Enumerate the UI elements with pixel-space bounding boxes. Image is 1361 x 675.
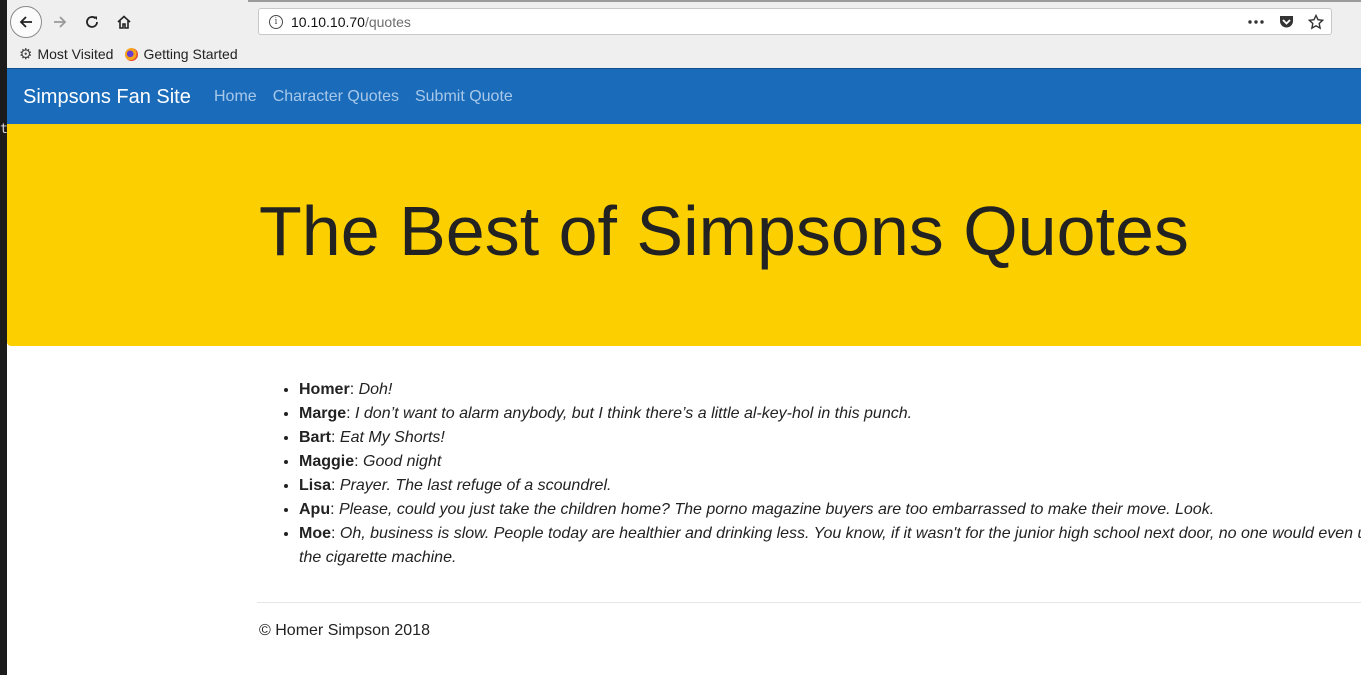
home-icon [116,14,132,30]
quote-character: Bart [299,429,332,446]
firefox-icon [125,47,139,61]
site-navbar: Simpsons Fan Site Home Character Quotes … [7,68,1361,124]
browser-chrome: i 10.10.10.70/quotes ⚙ Most Visited Gett… [7,0,1361,68]
bookmark-label: Most Visited [37,46,114,62]
forward-button[interactable] [44,6,76,38]
quote-text: Please, could you just take the children… [339,501,1215,518]
info-icon[interactable]: i [269,15,283,29]
pocket-icon[interactable] [1277,13,1295,31]
back-button[interactable] [10,6,42,38]
list-item: Apu: Please, could you just take the chi… [299,498,1361,522]
list-item: Marge: I don’t want to alarm anybody, bu… [299,402,1361,426]
url-text: 10.10.10.70/quotes [291,14,411,30]
page-actions-icon[interactable] [1247,13,1265,31]
url-path: /quotes [364,14,411,30]
quote-character: Moe [299,525,331,542]
list-item: Homer: Doh! [299,378,1361,402]
bookmarks-toolbar: ⚙ Most Visited Getting Started [19,44,238,64]
forward-arrow-icon [52,14,68,30]
quote-character: Maggie [299,453,355,470]
site-brand[interactable]: Simpsons Fan Site [23,86,191,109]
bookmark-most-visited[interactable]: ⚙ Most Visited [19,45,113,63]
footer-divider [257,602,1361,603]
reload-button[interactable] [76,6,108,38]
quote-character: Apu [299,501,331,518]
desktop-edge [0,0,7,675]
page-title: The Best of Simpsons Quotes [259,192,1189,270]
quote-text: Good night [363,453,442,470]
bookmark-label: Getting Started [143,46,238,62]
nav-submit-quote[interactable]: Submit Quote [415,88,513,106]
nav-character-quotes[interactable]: Character Quotes [273,88,399,106]
list-item: Lisa: Prayer. The last refuge of a scoun… [299,474,1361,498]
reload-icon [84,14,100,30]
quote-character: Lisa [299,477,332,494]
quote-character: Marge [299,405,347,422]
home-button[interactable] [108,6,140,38]
list-item: Moe: Oh, business is slow. People today … [299,522,1361,570]
url-actions [1247,12,1325,32]
list-item: Bart: Eat My Shorts! [299,426,1361,450]
quote-text: Prayer. The last refuge of a scoundrel. [339,477,612,494]
back-arrow-icon [18,14,34,30]
address-bar[interactable]: i 10.10.10.70/quotes [258,8,1332,35]
bookmark-getting-started[interactable]: Getting Started [125,46,238,62]
footer-copyright: © Homer Simpson 2018 [259,622,430,639]
nav-home[interactable]: Home [214,88,257,106]
quote-text: Oh, business is slow. People today are h… [299,525,1361,566]
quote-text: Doh! [358,381,393,398]
bookmark-star-icon[interactable] [1307,13,1325,31]
hero-jumbotron: The Best of Simpsons Quotes [7,124,1361,346]
quote-text: Eat My Shorts! [339,429,445,446]
url-host: 10.10.10.70 [291,14,365,30]
list-item: Maggie: Good night [299,450,1361,474]
window-top-edge [248,0,1361,2]
gear-icon: ⚙ [19,46,33,63]
quote-text: I don’t want to alarm anybody, but I thi… [355,405,913,422]
quote-character: Homer [299,381,350,398]
quotes-list: Homer: Doh! Marge: I don’t want to alarm… [259,378,1361,570]
nav-links: Home Character Quotes Submit Quote [214,88,513,106]
